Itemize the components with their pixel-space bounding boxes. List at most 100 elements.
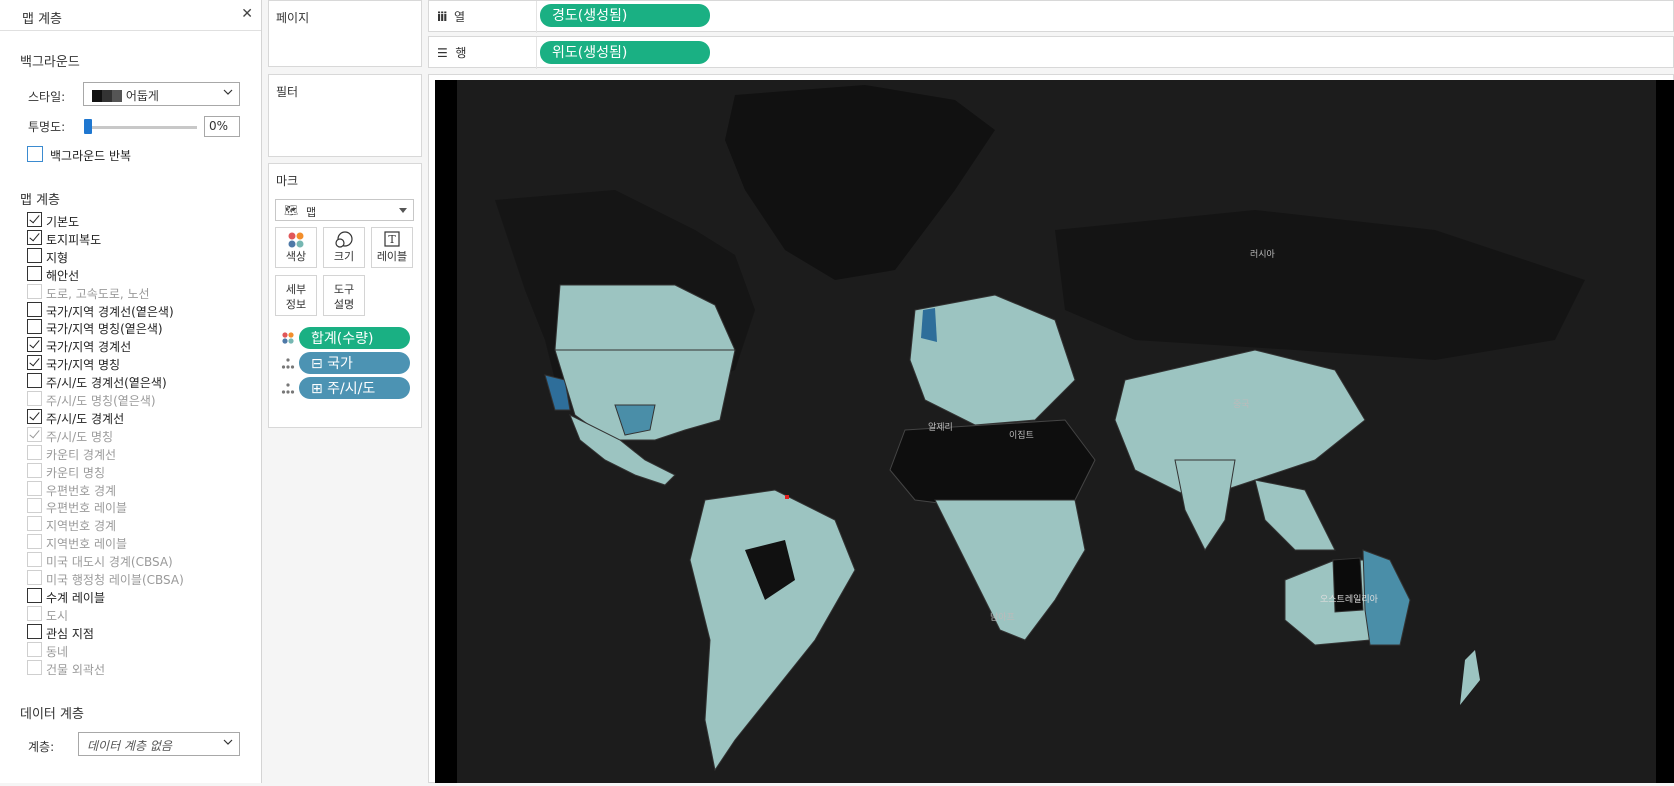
chevron-down-icon xyxy=(223,739,233,745)
layer-checkbox xyxy=(27,284,42,299)
layer-label: 도시 xyxy=(46,609,69,623)
color-button-label: 색상 xyxy=(285,250,307,263)
layer-label: 동네 xyxy=(46,645,69,659)
layer-checkbox xyxy=(27,516,42,531)
map-label-algeria: 알제리 xyxy=(928,422,953,433)
rows-label-text: 행 xyxy=(455,46,467,60)
map-label-australia: 오스트레일리아 xyxy=(1320,594,1379,605)
layer-checkbox xyxy=(27,642,42,657)
map-label-south-africa: 남아프 xyxy=(990,612,1015,623)
opacity-input[interactable]: 0% xyxy=(204,116,240,137)
detail-button-label: 세부 정보 xyxy=(276,282,316,312)
layer-checkbox xyxy=(27,570,42,585)
opacity-slider-track[interactable] xyxy=(85,126,197,129)
country-pill[interactable]: ⊟ 국가 xyxy=(299,352,410,374)
color-icon xyxy=(288,232,304,248)
layer-label: 미국 대도시 경계(CBSA) xyxy=(46,555,173,569)
layer-label: 국가/지역 명칭 xyxy=(46,358,121,372)
layer-checkbox[interactable] xyxy=(27,266,42,281)
sum-quantity-pill[interactable]: 합계(수량) xyxy=(299,327,410,349)
chevron-down-icon xyxy=(223,89,233,95)
layer-checkbox[interactable] xyxy=(27,230,42,245)
columns-icon: iii xyxy=(437,10,447,24)
layer-checkbox[interactable] xyxy=(27,409,42,424)
filters-card[interactable]: 필터 xyxy=(268,74,422,157)
data-layer-section-title: 데이터 계층 xyxy=(20,707,84,722)
tooltip-button[interactable]: 도구 설명 xyxy=(323,275,365,316)
layer-label: 국가/지역 경계선(옅은색) xyxy=(46,305,174,319)
repeat-background-label: 백그라운드 반복 xyxy=(50,149,132,163)
layer-label: 해안선 xyxy=(46,269,80,283)
mark-type-dropdown[interactable]: 🗺 맵 xyxy=(275,199,414,221)
pages-title: 페이지 xyxy=(276,11,310,25)
layer-label: 건물 외곽선 xyxy=(46,663,106,677)
repeat-background-checkbox[interactable] xyxy=(27,146,43,162)
label-button[interactable]: T 레이블 xyxy=(371,227,413,268)
layer-label: 지역번호 경계 xyxy=(46,519,117,533)
layer-label: 우편번호 경계 xyxy=(46,484,117,498)
style-value: 어둡게 xyxy=(92,87,159,104)
layer-checkbox xyxy=(27,463,42,478)
uk-dark xyxy=(921,308,937,342)
detail-icon xyxy=(281,383,295,394)
longitude-pill[interactable]: 경도(생성됨) xyxy=(540,4,710,27)
layer-label: 기본도 xyxy=(46,215,80,229)
layer-checkbox[interactable] xyxy=(27,373,42,388)
layer-checkbox[interactable] xyxy=(27,588,42,603)
layer-label: 카운티 명칭 xyxy=(46,466,106,480)
tooltip-line2: 설명 xyxy=(333,298,355,311)
tooltip-button-label: 도구 설명 xyxy=(324,282,364,312)
size-button[interactable]: 크기 xyxy=(323,227,365,268)
data-layer-dropdown[interactable]: 데이터 계층 없음 xyxy=(78,732,240,756)
layer-label: 미국 행정청 레이블(CBSA) xyxy=(46,573,184,587)
detail-icon xyxy=(281,358,295,369)
layer-label: 도로, 고속도로, 노선 xyxy=(46,287,150,301)
layer-label: 국가/지역 경계선 xyxy=(46,340,132,354)
map-view[interactable]: 러시아 알제리 이집트 중국 오스트레일리아 남아프 xyxy=(435,80,1674,783)
map-layers-panel: 맵 계층 ✕ 백그라운드 스타일: 어둡게 투명도: 0% 백그라운드 반복 맵… xyxy=(0,0,262,783)
dark-swatch-icon xyxy=(92,90,102,102)
layer-checkbox[interactable] xyxy=(27,355,42,370)
layer-checkbox[interactable] xyxy=(27,624,42,639)
detail-button[interactable]: 세부 정보 xyxy=(275,275,317,316)
columns-shelf-label: iii 열 xyxy=(437,8,465,25)
layer-checkbox[interactable] xyxy=(27,212,42,227)
layer-label: 관심 지점 xyxy=(46,627,94,641)
color-icon xyxy=(282,332,294,344)
layer-label: 주/시/도 경계선 xyxy=(46,412,125,426)
style-dropdown[interactable]: 어둡게 xyxy=(83,82,240,106)
layer-checkbox xyxy=(27,498,42,513)
layer-label: 지형 xyxy=(46,251,69,265)
layer-checkbox[interactable] xyxy=(27,337,42,352)
layer-checkbox[interactable] xyxy=(27,302,42,317)
layer-label: 계층: xyxy=(28,740,55,754)
rows-icon: ☰ xyxy=(437,46,448,60)
layer-checkbox xyxy=(27,427,42,442)
opacity-slider-thumb[interactable] xyxy=(84,119,92,134)
map-icon: 🗺 xyxy=(284,204,298,217)
svg-text:T: T xyxy=(388,233,396,246)
layer-checkbox[interactable] xyxy=(27,319,42,334)
latitude-pill[interactable]: 위도(생성됨) xyxy=(540,41,710,64)
background-section-title: 백그라운드 xyxy=(20,55,80,70)
panel-header: 맵 계층 ✕ xyxy=(0,0,261,31)
state-pill[interactable]: ⊞ 주/시/도 xyxy=(299,377,410,399)
layer-checkbox xyxy=(27,552,42,567)
layer-label: 카운티 경계선 xyxy=(46,448,117,462)
label-button-label: 레이블 xyxy=(376,250,408,263)
detail-line1: 세부 xyxy=(285,283,307,296)
close-icon[interactable]: ✕ xyxy=(241,6,253,22)
map-label-egypt: 이집트 xyxy=(1009,429,1034,441)
layer-checkbox[interactable] xyxy=(27,248,42,263)
rows-shelf-label: ☰ 행 xyxy=(437,44,466,61)
size-icon xyxy=(335,231,353,248)
highlight-marker xyxy=(785,495,789,499)
layer-checkbox xyxy=(27,445,42,460)
style-value-text: 어둡게 xyxy=(125,89,159,103)
layer-label: 토지피복도 xyxy=(46,233,102,247)
color-button[interactable]: 색상 xyxy=(275,227,317,268)
map-label-russia: 러시아 xyxy=(1250,249,1276,260)
marks-title: 마크 xyxy=(276,174,299,188)
world-map[interactable]: 러시아 알제리 이집트 중국 오스트레일리아 남아프 xyxy=(435,80,1674,783)
pages-card[interactable]: 페이지 xyxy=(268,0,422,67)
